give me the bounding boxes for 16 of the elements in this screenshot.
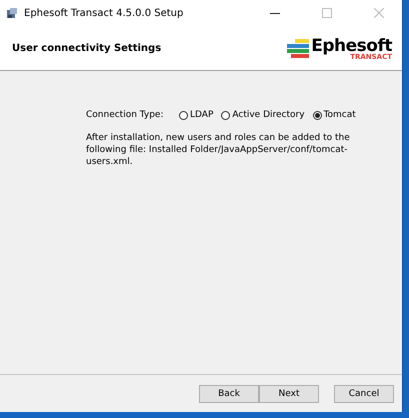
minimize-icon[interactable] bbox=[270, 12, 280, 14]
logo-name: Ephesoft bbox=[311, 38, 392, 54]
radio-option[interactable]: Active Directory bbox=[221, 110, 305, 120]
close-icon[interactable] bbox=[374, 8, 384, 18]
connection-type-label: Connection Type: bbox=[86, 110, 164, 120]
maximize-icon[interactable] bbox=[322, 8, 332, 18]
window-title: Ephesoft Transact 4.5.0.0 Setup bbox=[24, 8, 184, 18]
nav-button[interactable]: Next bbox=[259, 384, 319, 402]
nav-button[interactable]: Back bbox=[199, 384, 259, 402]
logo-icon bbox=[287, 39, 310, 59]
cancel-button[interactable]: Cancel bbox=[334, 384, 394, 402]
radio-option[interactable]: LDAP bbox=[179, 110, 214, 120]
setup-icon bbox=[6, 7, 18, 19]
radio-option[interactable]: Tomcat bbox=[312, 110, 356, 120]
info-text: After installation, new users and roles can be added to the following file: Installed Folder/JavaAppServer/conf/tomcat-users.xml. bbox=[86, 132, 351, 168]
page-title: User connectivity Settings bbox=[12, 42, 162, 54]
